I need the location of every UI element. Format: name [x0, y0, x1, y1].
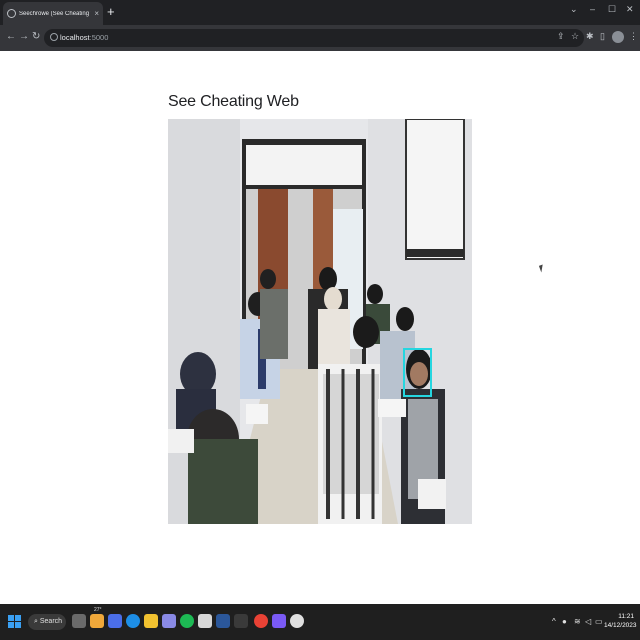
terminal-icon[interactable]: [234, 614, 248, 628]
site-info-icon[interactable]: [50, 33, 58, 41]
browser-toolbar: ← → ↻ localhost:5000: [0, 25, 640, 51]
reload-button[interactable]: ↻: [32, 31, 40, 43]
bookmark-star-icon[interactable]: ☆: [571, 31, 579, 42]
antivirus-icon[interactable]: ●: [562, 617, 567, 626]
maximize-button[interactable]: ☐: [608, 4, 616, 15]
url-port: :5000: [89, 33, 109, 42]
close-window-button[interactable]: ✕: [626, 4, 634, 15]
windows-taskbar: ⌕ Search 27° ^ ● ≋ ◁ ▭ 11:21 14/12/2023: [0, 604, 640, 640]
weather-icon[interactable]: [90, 614, 104, 628]
app-icon[interactable]: [162, 614, 176, 628]
taskbar-search-label: Search: [39, 618, 63, 625]
battery-icon[interactable]: ▭: [595, 617, 603, 626]
share-icon[interactable]: ⇪: [557, 31, 565, 42]
edge-icon[interactable]: [126, 614, 140, 628]
mouse-cursor-icon: [538, 264, 546, 273]
volume-icon[interactable]: ◁: [585, 617, 591, 626]
tab-close-button[interactable]: ×: [94, 9, 99, 18]
side-panel-icon[interactable]: ▯: [600, 31, 605, 42]
wifi-icon[interactable]: ≋: [574, 617, 581, 626]
word-icon[interactable]: [216, 614, 230, 628]
url-host: localhost: [60, 33, 90, 42]
forward-button[interactable]: →: [19, 31, 29, 43]
github-icon[interactable]: [290, 614, 304, 628]
chat-icon[interactable]: [108, 614, 122, 628]
tab-title: Seechrowe (See Cheating Web): [19, 10, 91, 17]
tab-strip: Seechrowe (See Cheating Web) × + ⌄ – ☐ ✕: [0, 0, 640, 25]
notepad-icon[interactable]: [198, 614, 212, 628]
clock-time: 11:21: [618, 613, 634, 620]
tab-search-icon[interactable]: ⌄: [570, 4, 578, 15]
menu-icon[interactable]: ⋮: [629, 31, 638, 42]
file-explorer-icon[interactable]: [144, 614, 158, 628]
chevron-up-icon[interactable]: ^: [552, 617, 556, 626]
tab-seechrowe[interactable]: Seechrowe (See Cheating Web) ×: [3, 2, 103, 25]
globe-icon: [7, 9, 16, 18]
taskbar-search[interactable]: ⌕ Search: [28, 614, 66, 630]
avatar[interactable]: [612, 31, 624, 43]
windows-start-icon[interactable]: [8, 615, 21, 628]
vscode-icon[interactable]: [272, 614, 286, 628]
clock[interactable]: 11:21 14/12/2023: [604, 612, 637, 630]
address-bar[interactable]: localhost:5000: [44, 29, 584, 47]
url-text: localhost:5000: [60, 33, 108, 42]
minimize-button[interactable]: –: [590, 4, 595, 14]
extensions-icon[interactable]: ✱: [586, 31, 594, 42]
weather-temp: 27°: [94, 607, 102, 613]
task-view-icon[interactable]: [72, 614, 86, 628]
back-button[interactable]: ←: [6, 31, 16, 43]
spotify-icon[interactable]: [180, 614, 194, 628]
clock-date: 14/12/2023: [604, 622, 637, 629]
new-tab-button[interactable]: +: [107, 5, 115, 18]
chrome-icon[interactable]: [254, 614, 268, 628]
page-title: See Cheating Web: [168, 93, 299, 110]
camera-feed-image: [168, 119, 472, 524]
